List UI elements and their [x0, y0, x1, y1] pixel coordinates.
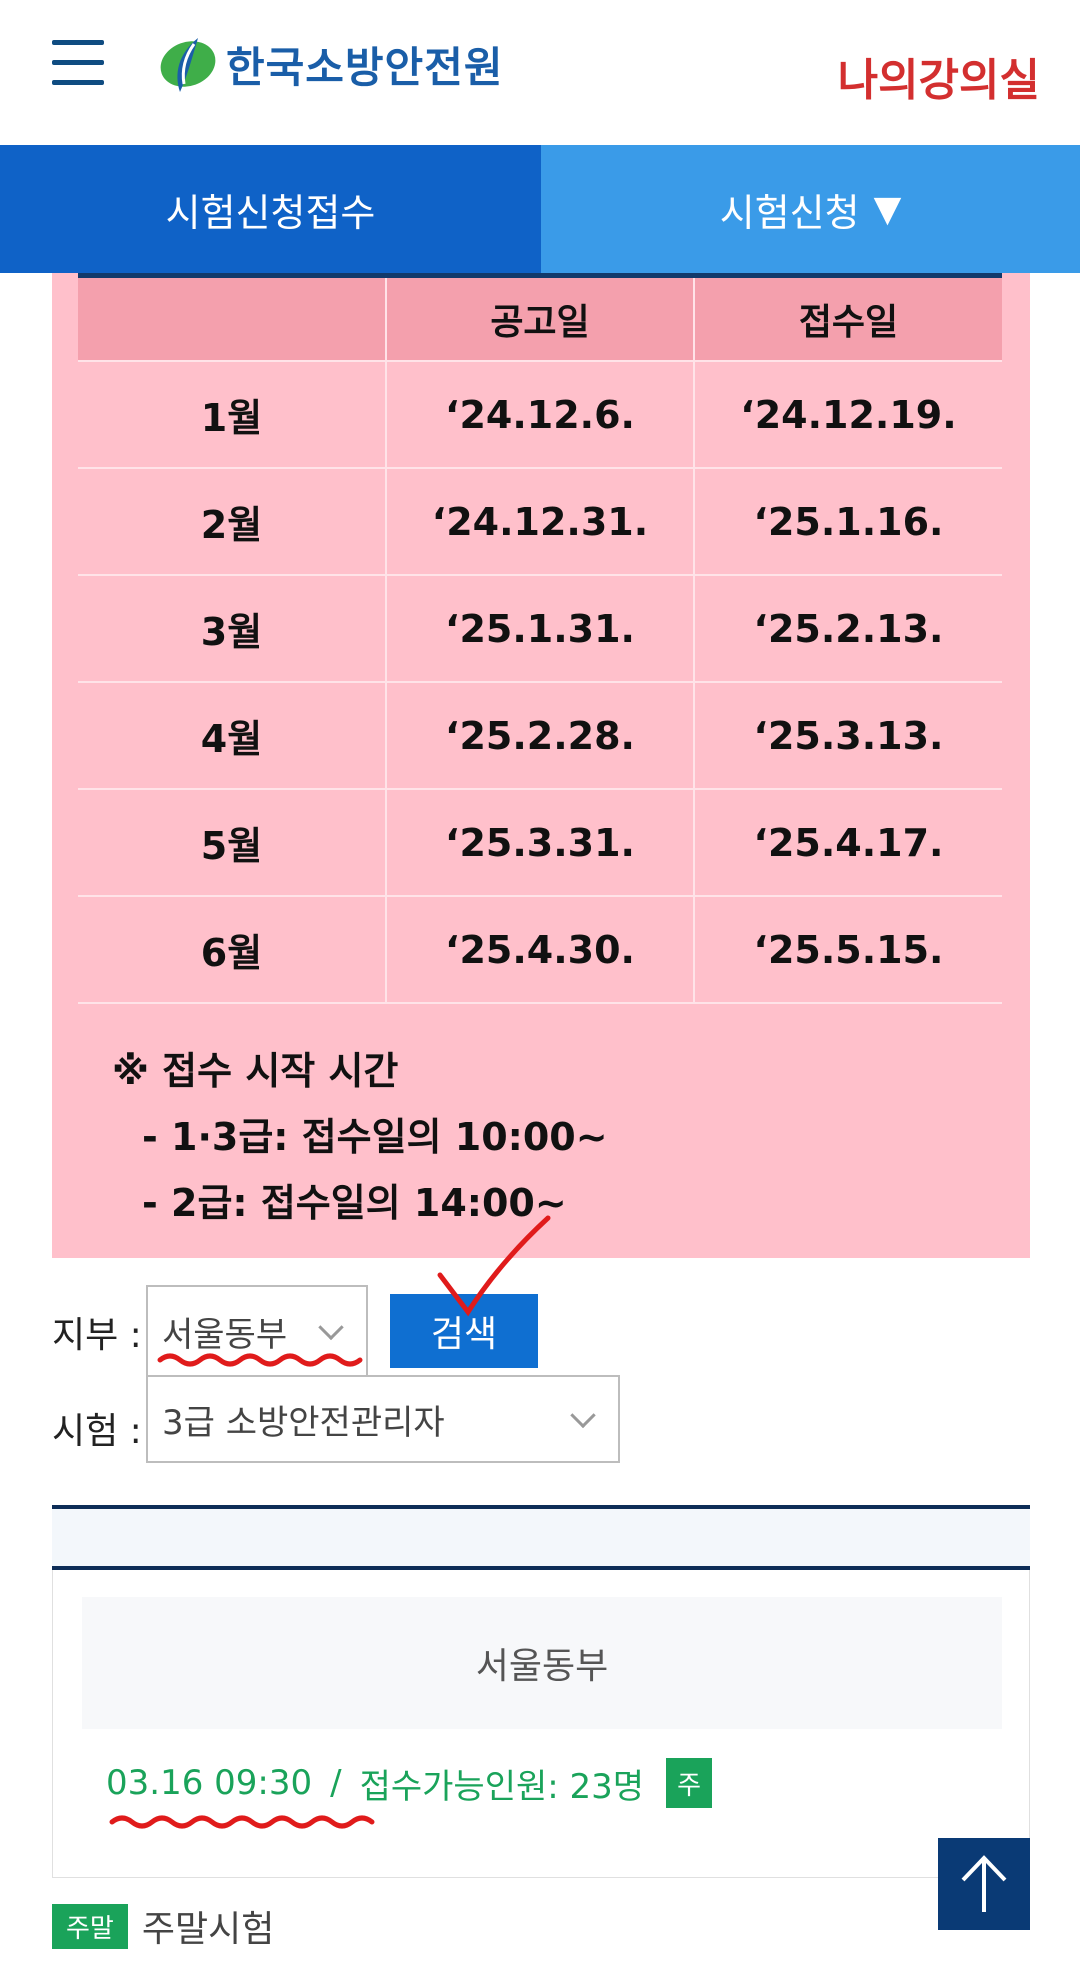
month-cell: 6월 — [78, 895, 387, 1004]
branch-select-value: 서울동부 — [162, 1314, 288, 1355]
note-line-grade-1-3: - 1·3급: 접수일의 10:00~ — [142, 1115, 608, 1159]
receipt-date-cell: ‘25.5.15. — [694, 895, 1002, 1004]
branch-select[interactable]: 서울동부 — [146, 1285, 368, 1377]
slot-separator: / — [330, 1763, 342, 1803]
search-button[interactable]: 검색 — [390, 1294, 538, 1368]
leaf-logo-icon — [160, 38, 216, 92]
table-header-cell: 접수일 — [694, 278, 1002, 361]
announce-date-cell: ‘25.4.30. — [386, 895, 695, 1004]
table-row: 4월 ‘25.2.28. ‘25.3.13. — [78, 681, 1002, 789]
month-cell: 3월 — [78, 574, 387, 682]
my-lecture-link[interactable]: 나의강의실 — [838, 44, 1040, 108]
branch-label: 지부 : — [52, 1315, 142, 1356]
announce-date-cell: ‘25.1.31. — [386, 574, 695, 682]
scroll-to-top-button[interactable] — [938, 1838, 1030, 1930]
receipt-date-cell: ‘25.4.17. — [694, 788, 1002, 896]
receipt-date-cell: ‘25.2.13. — [694, 574, 1002, 682]
slot-datetime: 03.16 09:30 — [106, 1763, 313, 1803]
receipt-date-cell: ‘24.12.19. — [694, 360, 1002, 468]
menu-icon[interactable] — [52, 40, 104, 86]
arrow-up-icon — [961, 1855, 1007, 1912]
table-header-cell: 공고일 — [386, 278, 695, 361]
weekend-badge: 주 — [666, 1758, 713, 1808]
announce-date-cell: ‘24.12.31. — [386, 467, 695, 575]
table-row: 1월 ‘24.12.6. ‘24.12.19. — [78, 360, 1002, 468]
table-row: 6월 ‘25.4.30. ‘25.5.15. — [78, 895, 1002, 1004]
legend: 주말 주말시험 — [52, 1900, 274, 1952]
results-header — [52, 1509, 1030, 1566]
receipt-date-cell: ‘25.1.16. — [694, 467, 1002, 575]
app-header: 한국소방안전원 나의강의실 — [0, 0, 1080, 145]
tab-exam-application-dropdown[interactable]: 시험신청 ▼ — [541, 145, 1080, 273]
month-cell: 2월 — [78, 467, 387, 575]
slot-capacity: 접수가능인원: 23명 — [359, 1766, 645, 1807]
table-row: 5월 ‘25.3.31. ‘25.4.17. — [78, 788, 1002, 896]
chevron-down-icon — [570, 1402, 596, 1429]
receipt-date-cell: ‘25.3.13. — [694, 681, 1002, 789]
month-cell: 1월 — [78, 360, 387, 468]
logo[interactable]: 한국소방안전원 — [158, 32, 503, 96]
tab-exam-application-label: 시험신청 — [719, 190, 860, 235]
announce-date-cell: ‘25.3.31. — [386, 788, 695, 896]
exam-select[interactable]: 3급 소방안전관리자 — [146, 1375, 620, 1463]
announce-date-cell: ‘24.12.6. — [386, 360, 695, 468]
schedule-table: 공고일 접수일 1월 ‘24.12.6. ‘24.12.19. 2월 ‘24.1… — [78, 278, 1002, 1004]
table-row: 3월 ‘25.1.31. ‘25.2.13. — [78, 574, 1002, 682]
legend-weekend-tag: 주말 — [52, 1903, 128, 1949]
logo-text: 한국소방안전원 — [226, 42, 504, 92]
start-time-notes: ※ 접수 시작 시간 - 1·3급: 접수일의 10:00~ - 2급: 접수일… — [112, 1038, 608, 1236]
chevron-down-icon — [318, 1314, 344, 1341]
exam-slot-link[interactable]: 03.16 09:30 / 접수가능인원: 23명 주 — [106, 1758, 713, 1808]
exam-select-value: 3급 소방안전관리자 — [162, 1402, 445, 1443]
legend-weekend-text: 주말시험 — [141, 1909, 275, 1950]
table-header-row: 공고일 접수일 — [78, 278, 1002, 361]
table-header-cell — [78, 278, 387, 361]
tab-bar: 시험신청접수 시험신청 ▼ — [0, 145, 1080, 273]
table-row: 2월 ‘24.12.31. ‘25.1.16. — [78, 467, 1002, 575]
note-line-grade-2: - 2급: 접수일의 14:00~ — [142, 1181, 567, 1225]
announce-date-cell: ‘25.2.28. — [386, 681, 695, 789]
exam-label: 시험 : — [52, 1411, 142, 1452]
result-branch-name: 서울동부 — [82, 1597, 1002, 1729]
note-title: ※ 접수 시작 시간 — [112, 1049, 399, 1093]
tab-exam-registration[interactable]: 시험신청접수 — [0, 145, 541, 273]
month-cell: 5월 — [78, 788, 387, 896]
month-cell: 4월 — [78, 681, 387, 789]
triangle-down-icon: ▼ — [873, 188, 902, 230]
tab-exam-registration-label: 시험신청접수 — [165, 190, 376, 235]
